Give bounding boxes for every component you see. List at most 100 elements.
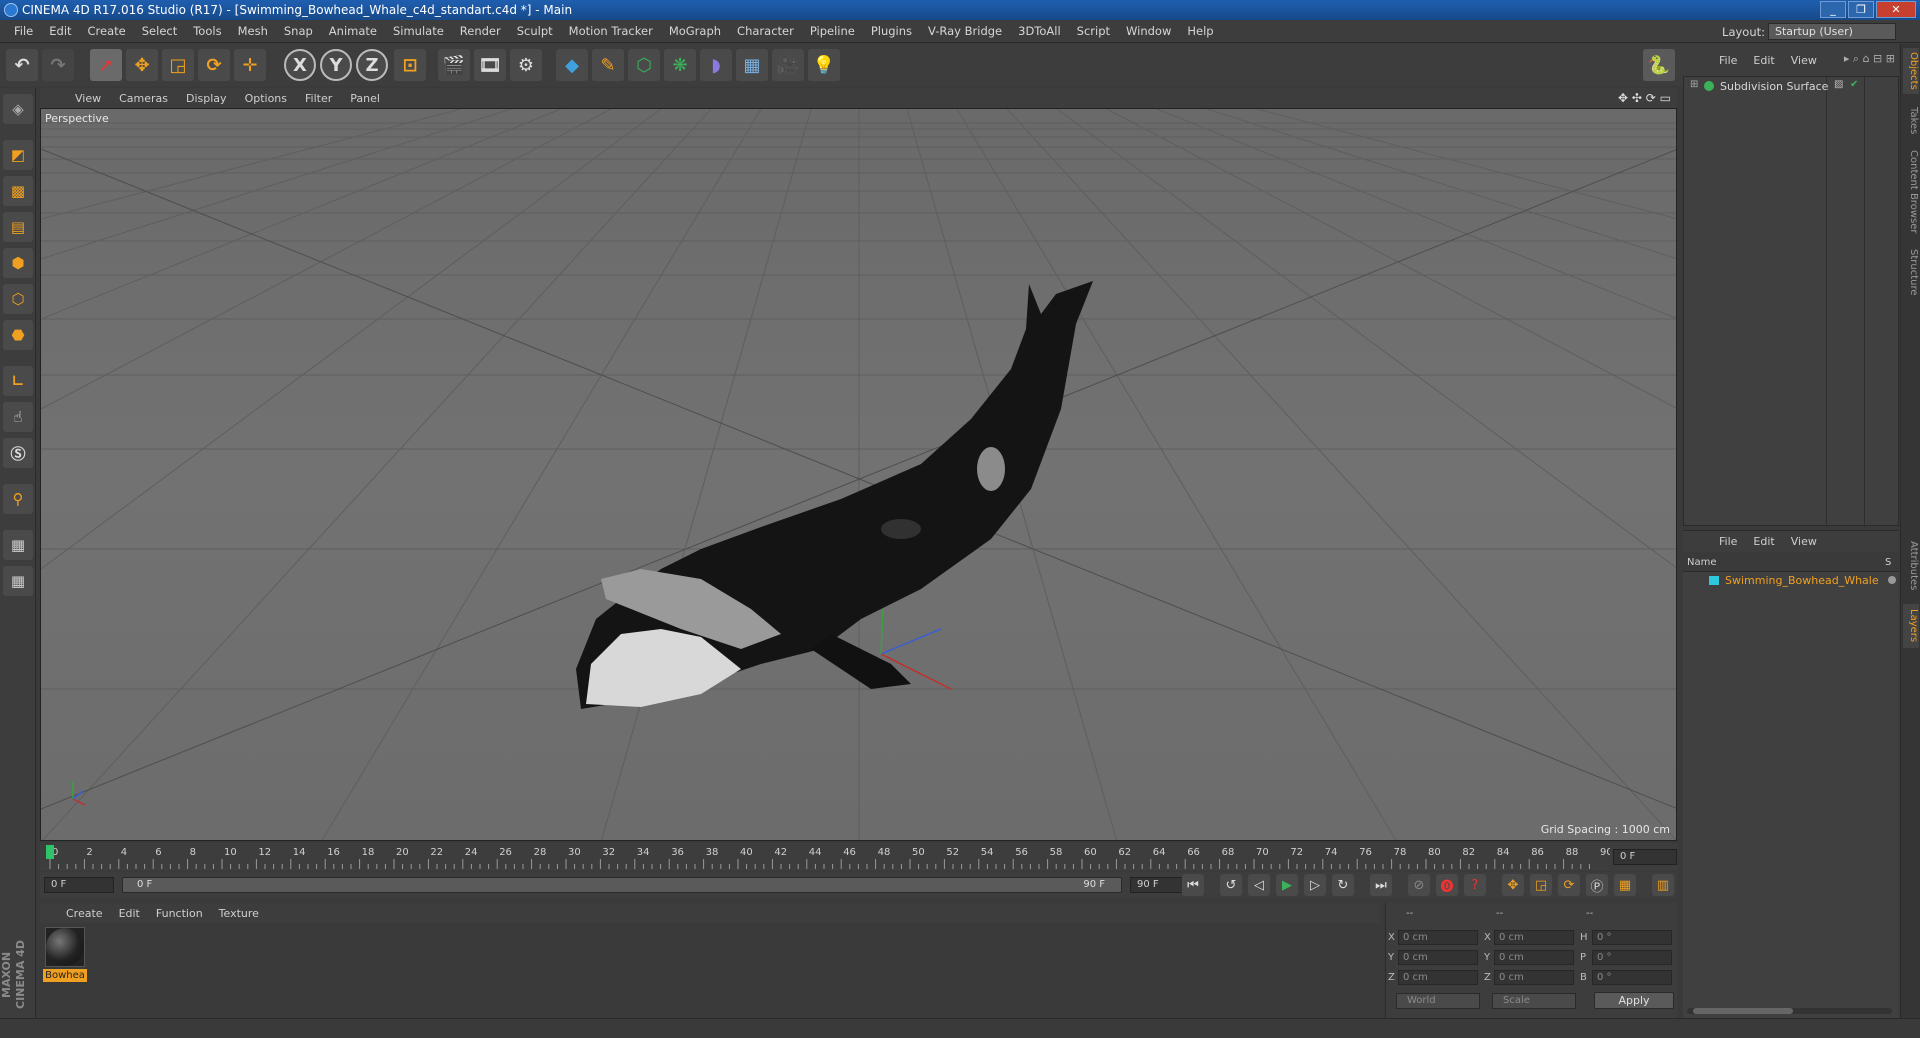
menu-select[interactable]: Select <box>134 24 185 38</box>
tweak-mode-icon[interactable]: ☝ <box>3 402 33 432</box>
menu-file[interactable]: File <box>6 24 41 38</box>
frame-range-slider[interactable]: 0 F 90 F <box>122 877 1122 893</box>
key-scale-icon[interactable]: ◲ <box>1530 874 1552 896</box>
timeline-ruler[interactable]: 0 2 4 6 8 10 12 14 16 18 20 22 24 26 28 30 32 34 36 38 40 42 4… <box>40 843 1677 871</box>
tab-takes[interactable]: Takes <box>1903 104 1919 138</box>
menu-sculpt[interactable]: Sculpt <box>509 24 561 38</box>
key-pla-icon[interactable]: ▦ <box>1614 874 1636 896</box>
next-frame-icon[interactable]: ▷ <box>1304 874 1326 896</box>
points-mode-icon[interactable]: ⬢ <box>3 248 33 278</box>
minimize-button[interactable]: _ <box>1820 1 1846 18</box>
material-thumbnail[interactable] <box>45 927 85 967</box>
menu-script[interactable]: Script <box>1069 24 1118 38</box>
play-icon[interactable]: ▶ <box>1276 874 1298 896</box>
viewport-menu-panel[interactable]: Panel <box>341 92 389 105</box>
edges-mode-icon[interactable]: ⬡ <box>3 284 33 314</box>
menu-3dtoall[interactable]: 3DToAll <box>1010 24 1069 38</box>
viewport-menu-cameras[interactable]: Cameras <box>110 92 177 105</box>
cube-icon[interactable]: ◆ <box>556 49 588 81</box>
autokey-icon[interactable]: ⓿ <box>1436 874 1458 896</box>
scale-icon[interactable]: ◲ <box>162 49 194 81</box>
render-picture-viewer-icon[interactable]: 🎞 <box>474 49 506 81</box>
layers-scrollbar[interactable] <box>1687 1008 1892 1014</box>
maximize-button[interactable]: ❐ <box>1848 1 1874 18</box>
key-parameter-icon[interactable]: Ⓟ <box>1586 874 1608 896</box>
make-editable-icon[interactable]: ◈ <box>3 94 33 124</box>
key-position-icon[interactable]: ✥ <box>1502 874 1524 896</box>
world-coordinates-icon[interactable]: ⊡ <box>394 49 426 81</box>
layers-menu-edit[interactable]: Edit <box>1745 535 1782 548</box>
menu-vray-bridge[interactable]: V-Ray Bridge <box>920 24 1010 38</box>
viewport-menu-view[interactable]: View <box>66 92 110 105</box>
layers-menu-view[interactable]: View <box>1783 535 1825 548</box>
menu-snap[interactable]: Snap <box>276 24 321 38</box>
planar-workplane-icon[interactable]: ▦ <box>3 566 33 596</box>
size-mode-select[interactable]: Scale <box>1492 993 1576 1009</box>
material-menu-texture[interactable]: Texture <box>211 907 267 920</box>
previous-key-icon[interactable]: ↺ <box>1220 874 1242 896</box>
timeline-playhead[interactable] <box>46 845 54 859</box>
menu-plugins[interactable]: Plugins <box>863 24 920 38</box>
redo-icon[interactable]: ↷ <box>42 49 74 81</box>
recent-tools-icon[interactable]: ✛ <box>234 49 266 81</box>
x-axis-icon[interactable]: X <box>284 49 316 81</box>
magnet-icon[interactable]: ⚲ <box>3 484 33 514</box>
rotation-b-field[interactable]: 0 ° <box>1592 970 1672 985</box>
light-icon[interactable]: 💡 <box>808 49 840 81</box>
go-to-start-icon[interactable]: ⏮ <box>1182 874 1204 896</box>
z-axis-icon[interactable]: Z <box>356 49 388 81</box>
expand-icon[interactable]: ⊞ <box>1690 79 1698 90</box>
object-row-subdivision-surface[interactable]: ⊞ Subdivision Surface ▨ ✔ <box>1684 77 1899 95</box>
bowhead-whale-model[interactable] <box>576 281 1093 709</box>
objects-menu-edit[interactable]: Edit <box>1745 54 1782 67</box>
floor-icon[interactable]: ▦ <box>736 49 768 81</box>
snap-icon[interactable]: Ⓢ <box>3 438 33 468</box>
cloner-icon[interactable]: ❋ <box>664 49 696 81</box>
menu-render[interactable]: Render <box>452 24 509 38</box>
viewport-menu-options[interactable]: Options <box>236 92 296 105</box>
move-icon[interactable]: ✥ <box>126 49 158 81</box>
key-rotation-icon[interactable]: ⟳ <box>1558 874 1580 896</box>
position-z-field[interactable]: 0 cm <box>1398 970 1478 985</box>
menu-help[interactable]: Help <box>1179 24 1221 38</box>
menu-tools[interactable]: Tools <box>185 24 229 38</box>
material-menu-create[interactable]: Create <box>58 907 111 920</box>
size-y-field[interactable]: 0 cm <box>1494 950 1574 965</box>
start-frame-field[interactable]: 0 F <box>44 877 114 893</box>
visibility-icon[interactable]: ▨ <box>1834 79 1843 90</box>
tab-attributes[interactable]: Attributes <box>1903 534 1919 598</box>
current-frame-field[interactable]: 0 F <box>1613 849 1677 865</box>
menu-character[interactable]: Character <box>729 24 802 38</box>
menu-mograph[interactable]: MoGraph <box>661 24 729 38</box>
layer-solo-icon[interactable] <box>1888 576 1896 584</box>
y-axis-icon[interactable]: Y <box>320 49 352 81</box>
position-x-field[interactable]: 0 cm <box>1398 930 1478 945</box>
viewport-menu-display[interactable]: Display <box>177 92 236 105</box>
tab-content-browser[interactable]: Content Browser <box>1903 144 1919 240</box>
axis-mode-icon[interactable]: ∟ <box>3 366 33 396</box>
menu-mesh[interactable]: Mesh <box>230 24 276 38</box>
timeline-layout-icon[interactable]: ▥ <box>1652 874 1674 896</box>
layers-menu-file[interactable]: File <box>1711 535 1745 548</box>
next-key-icon[interactable]: ↻ <box>1332 874 1354 896</box>
python-icon[interactable]: 🐍 <box>1643 49 1675 81</box>
pen-icon[interactable]: ✎ <box>592 49 624 81</box>
menu-create[interactable]: Create <box>80 24 134 38</box>
rotate-icon[interactable]: ⟳ <box>198 49 230 81</box>
rotation-h-field[interactable]: 0 ° <box>1592 930 1672 945</box>
record-keys-icon[interactable]: ⊘ <box>1408 874 1430 896</box>
rotation-p-field[interactable]: 0 ° <box>1592 950 1672 965</box>
objects-menu-view[interactable]: View <box>1783 54 1825 67</box>
menu-animate[interactable]: Animate <box>321 24 385 38</box>
enabled-check-icon[interactable]: ✔ <box>1850 79 1858 90</box>
deformer-icon[interactable]: ◗ <box>700 49 732 81</box>
live-selection-icon[interactable]: ➚ <box>90 49 122 81</box>
material-menu-edit[interactable]: Edit <box>111 907 148 920</box>
render-view-icon[interactable]: 🎬 <box>438 49 470 81</box>
undo-icon[interactable]: ↶ <box>6 49 38 81</box>
lock-workplane-icon[interactable]: ▦ <box>3 530 33 560</box>
tab-objects[interactable]: Objects <box>1903 48 1919 94</box>
layer-row[interactable]: Swimming_Bowhead_Whale <box>1683 572 1899 588</box>
menu-edit[interactable]: Edit <box>41 24 79 38</box>
workplane-mode-icon[interactable]: ▤ <box>3 212 33 242</box>
